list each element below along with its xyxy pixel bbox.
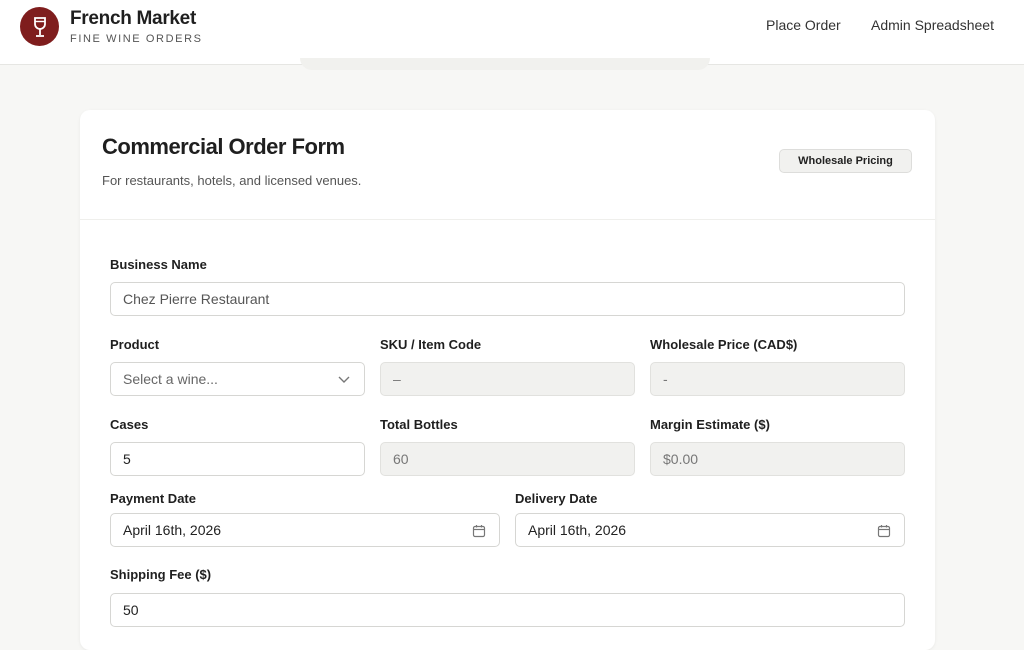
product-label: Product (110, 337, 160, 352)
calendar-icon[interactable] (471, 523, 487, 539)
payment-date-value: April 16th, 2026 (123, 522, 222, 538)
wholesale-price-label: Wholesale Price (CAD$) (650, 337, 798, 352)
product-select[interactable]: Select a wine... (110, 362, 365, 396)
header-tab-shadow (300, 58, 710, 70)
calendar-icon[interactable] (876, 523, 892, 539)
total-bottles-value: 60 (393, 451, 409, 467)
brand-name: French Market (70, 8, 196, 29)
delivery-date-value: April 16th, 2026 (528, 522, 627, 538)
cases-label: Cases (110, 417, 149, 432)
shipping-fee-input[interactable]: 50 (110, 593, 905, 627)
business-name-value: Chez Pierre Restaurant (123, 291, 270, 307)
sku-field: – (380, 362, 635, 396)
wholesale-price-value: - (663, 371, 668, 387)
wholesale-price-field: - (650, 362, 905, 396)
wholesale-pricing-badge: Wholesale Pricing (779, 149, 912, 173)
form-header: Commercial Order Form For restaurants, h… (80, 110, 935, 220)
chevron-down-icon (336, 372, 352, 388)
total-bottles-field: 60 (380, 442, 635, 476)
total-bottles-label: Total Bottles (380, 417, 458, 432)
form-title: Commercial Order Form (102, 134, 345, 159)
sku-value: – (393, 371, 401, 387)
payment-date-picker[interactable]: April 16th, 2026 (110, 513, 500, 547)
brand-tagline: FINE WINE ORDERS (70, 33, 203, 45)
nav-admin-spreadsheet[interactable]: Admin Spreadsheet (871, 17, 994, 33)
delivery-date-picker[interactable]: April 16th, 2026 (515, 513, 905, 547)
cases-input[interactable]: 5 (110, 442, 365, 476)
sku-label: SKU / Item Code (380, 337, 482, 352)
nav-place-order[interactable]: Place Order (766, 17, 841, 33)
form-subtitle: For restaurants, hotels, and licensed ve… (102, 173, 362, 188)
margin-estimate-field: $0.00 (650, 442, 905, 476)
delivery-date-label: Delivery Date (515, 491, 598, 506)
shipping-fee-value: 50 (123, 602, 139, 618)
margin-estimate-value: $0.00 (663, 451, 699, 467)
product-placeholder: Select a wine... (123, 371, 218, 387)
top-navigation-bar: French Market FINE WINE ORDERS Place Ord… (0, 0, 1024, 70)
business-name-label: Business Name (110, 257, 207, 272)
cases-value: 5 (123, 451, 131, 467)
wine-glass-icon (33, 16, 46, 37)
shipping-fee-label: Shipping Fee ($) (110, 567, 212, 582)
margin-estimate-label: Margin Estimate ($) (650, 417, 770, 432)
payment-date-label: Payment Date (110, 491, 196, 506)
order-form-card: Commercial Order Form For restaurants, h… (80, 110, 935, 650)
business-name-input[interactable]: Chez Pierre Restaurant (110, 282, 905, 316)
brand-logo[interactable] (20, 7, 59, 46)
